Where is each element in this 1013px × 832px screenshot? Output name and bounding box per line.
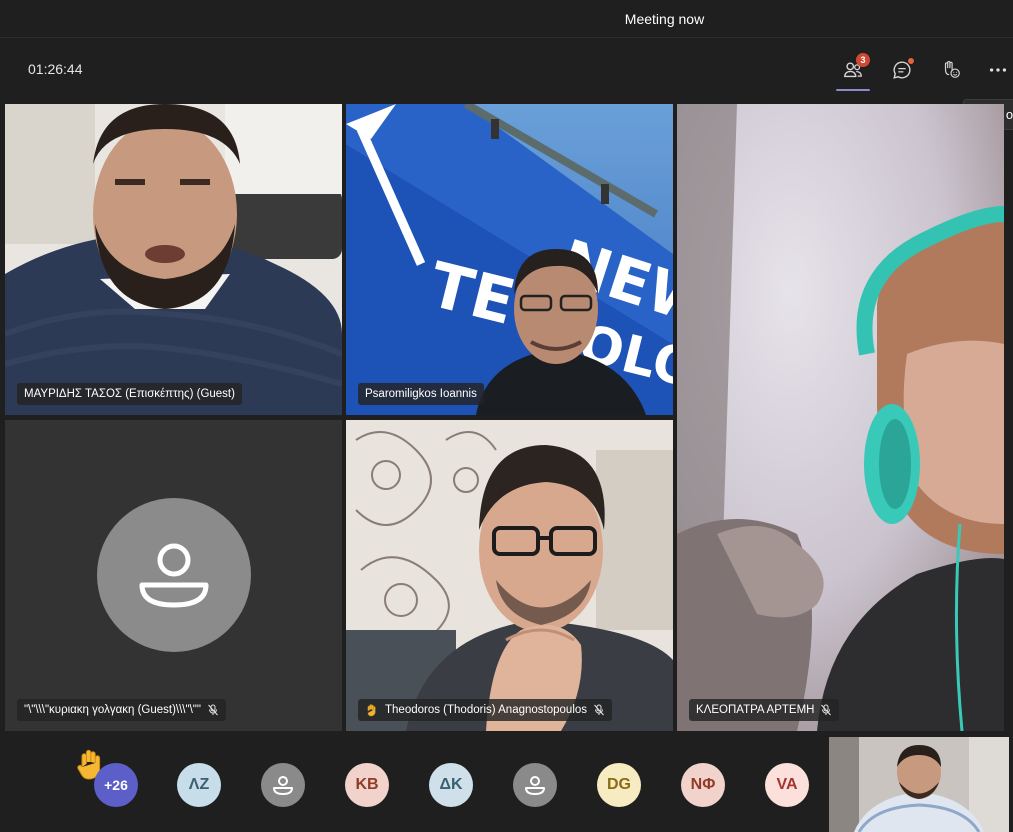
participant-video [346, 420, 673, 731]
mic-off-icon [821, 704, 832, 716]
roster-avatar-initials: VA [776, 776, 798, 793]
video-tile-kyriaki[interactable]: "\"\\\"κυριακη γολγακη (Guest)\\\"\"" [5, 420, 342, 731]
self-view-image [829, 737, 1009, 832]
more-participants-count: +26 [104, 777, 128, 793]
participant-video [677, 104, 1004, 731]
participant-video [5, 104, 342, 415]
participant-name: ΚΛΕΟΠΑΤΡΑ ΑΡΤΕΜΗ [696, 704, 815, 716]
participant-name-label: ΜΑΥΡΙΔΗΣ ΤΑΣΟΣ (Επισκέπτης) (Guest) [17, 383, 242, 405]
video-tile-theodoros[interactable]: Theodoros (Thodoris) Anagnostopoulos [346, 420, 673, 731]
participant-name-label: Psaromiligkos Ioannis [358, 383, 484, 405]
more-participants-button[interactable]: +26 [94, 763, 138, 807]
meeting-title: Meeting now [624, 11, 705, 27]
roster-avatar-initials: ΛΖ [188, 776, 210, 793]
roster-avatar-initials: DG [607, 776, 631, 793]
roster-avatar[interactable] [513, 763, 557, 807]
video-tile-kleopatra[interactable]: ΚΛΕΟΠΑΤΡΑ ΑΡΤΕΜΗ [677, 104, 1004, 731]
more-icon [989, 68, 1007, 72]
participant-name-label: ΚΛΕΟΠΑΤΡΑ ΑΡΤΕΜΗ [689, 699, 840, 721]
video-tile-mavridis[interactable]: ΜΑΥΡΙΔΗΣ ΤΑΣΟΣ (Επισκέπτης) (Guest) [5, 104, 342, 415]
roster-avatar-initials: ΔΚ [439, 776, 463, 793]
roster-avatar[interactable]: ΝΦ [681, 763, 725, 807]
meeting-timer: 01:26:44 [28, 61, 83, 77]
person-icon [525, 776, 545, 795]
raised-hand-icon [367, 704, 376, 717]
more-options-button[interactable] [983, 55, 1013, 85]
chat-button[interactable] [887, 55, 917, 85]
roster-avatar-initials: KB [355, 776, 379, 793]
roster-avatar[interactable]: ΔΚ [429, 763, 473, 807]
participant-name-label: Theodoros (Thodoris) Anagnostopoulos [358, 699, 613, 721]
hand-reaction-icon [944, 60, 960, 78]
participant-name: ΜΑΥΡΙΔΗΣ ΤΑΣΟΣ (Επισκέπτης) (Guest) [24, 388, 235, 400]
participants-button[interactable]: 3 [836, 53, 870, 91]
roster-avatar[interactable]: ΛΖ [177, 763, 221, 807]
roster-avatar[interactable]: DG [597, 763, 641, 807]
participant-name-label: "\"\\\"κυριακη γολγακη (Guest)\\\"\"" [17, 699, 226, 721]
mic-off-icon [594, 704, 604, 716]
participant-name: "\"\\\"κυριακη γολγακη (Guest)\\\"\"" [24, 704, 201, 716]
participant-roster-bar: +26 ΛΖ KB ΔΚ DG ΝΦ VA [0, 735, 1013, 832]
meeting-toolbar: 01:26:44 3 [0, 39, 1013, 101]
participants-count-badge: 3 [856, 53, 870, 67]
roster-avatar[interactable] [261, 763, 305, 807]
raise-hand-button[interactable] [936, 55, 966, 85]
chat-unread-dot [907, 57, 915, 65]
mic-off-icon [208, 704, 218, 716]
title-bar: Meeting now [0, 0, 1013, 38]
participant-name: Psaromiligkos Ioannis [365, 388, 477, 400]
avatar [97, 498, 251, 652]
person-icon [273, 776, 293, 795]
participant-video: NEW TEC OLOG [346, 104, 673, 415]
roster-avatar-initials: ΝΦ [690, 776, 716, 793]
person-icon [139, 543, 209, 608]
participant-name: Theodoros (Thodoris) Anagnostopoulos [385, 704, 588, 716]
video-tile-psaromiligkos[interactable]: NEW TEC OLOG Psaromiligkos Ioannis [346, 104, 673, 415]
roster-avatar[interactable]: KB [345, 763, 389, 807]
roster-avatar[interactable]: VA [765, 763, 809, 807]
self-view-video[interactable] [829, 737, 1009, 832]
